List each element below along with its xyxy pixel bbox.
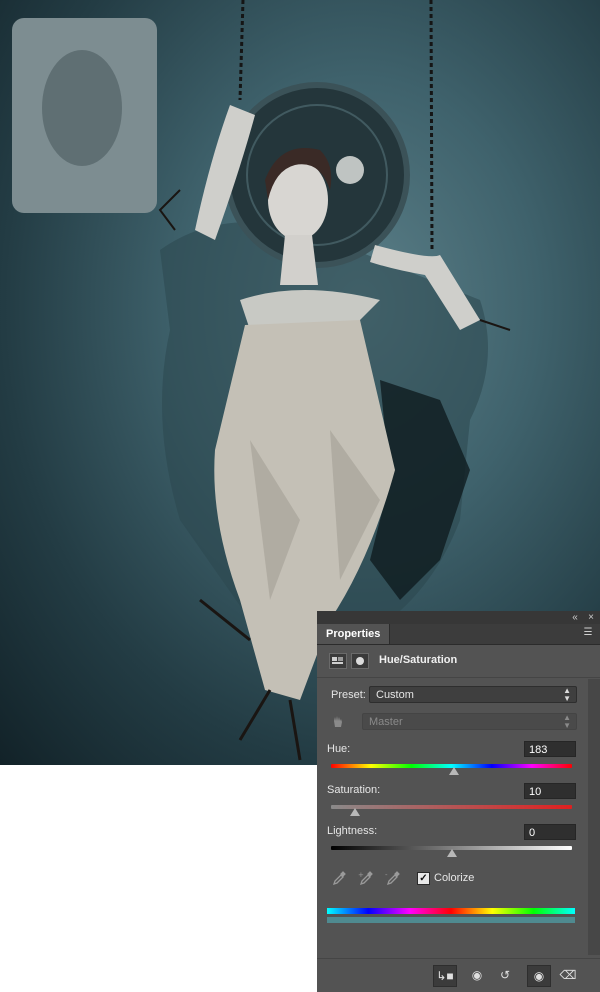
hue-label: Hue: <box>327 743 351 755</box>
trash-icon[interactable]: ⌫ <box>557 965 579 985</box>
clip-to-layer-icon[interactable]: ↳■ <box>433 965 457 987</box>
updown-arrows-icon: ▲ ▼ <box>563 686 571 703</box>
close-icon[interactable]: × <box>585 611 597 624</box>
hue-value-input[interactable]: 183 <box>524 741 576 757</box>
panel-tabbar: Properties ☰ <box>317 624 600 645</box>
eye-icon[interactable]: ◉ <box>527 965 551 987</box>
saturation-slider-track[interactable] <box>331 805 572 809</box>
crest-shield <box>42 50 122 166</box>
adjustment-layer-icon[interactable] <box>329 653 347 669</box>
saturation-slider-thumb[interactable] <box>350 808 361 816</box>
hair-flowers <box>336 156 364 184</box>
svg-text:-: - <box>385 871 388 879</box>
panel-menu-icon[interactable]: ☰ <box>581 627 595 639</box>
chain-right <box>429 0 434 251</box>
saturation-label: Saturation: <box>327 784 381 796</box>
lightness-slider-thumb[interactable] <box>446 849 457 857</box>
chain-left <box>238 0 245 101</box>
adjustment-header: Hue/Saturation <box>317 645 600 678</box>
spectrum-bar-input <box>327 908 575 914</box>
adjustment-title: Hue/Saturation <box>379 654 458 666</box>
hue-slider-thumb[interactable] <box>448 767 459 775</box>
updown-arrows-icon: ▲ ▼ <box>563 713 571 730</box>
neck <box>280 235 318 285</box>
view-previous-state-icon[interactable]: ◉ <box>466 965 488 985</box>
targeted-adjustment-hand-icon[interactable] <box>331 714 345 728</box>
lightness-value-input[interactable]: 0 <box>524 824 576 840</box>
channel-value: Master <box>369 716 403 728</box>
preset-value: Custom <box>376 689 414 701</box>
lightness-label: Lightness: <box>327 825 378 837</box>
tab-properties[interactable]: Properties <box>317 624 391 644</box>
reset-icon[interactable]: ↺ <box>494 965 516 985</box>
eyedropper-icon[interactable] <box>331 870 347 886</box>
svg-text:+: + <box>358 871 364 879</box>
spectrum-bar-output <box>327 917 575 923</box>
properties-panel: « × Properties ☰ Hue/Saturation Preset: … <box>317 611 600 992</box>
panel-footer: ↳■ ◉ ↺ ◉ ⌫ <box>317 958 600 992</box>
panel-scrollbar[interactable] <box>588 679 600 955</box>
preset-label: Preset: <box>331 689 366 701</box>
saturation-value-input[interactable]: 10 <box>524 783 576 799</box>
preset-dropdown[interactable]: Custom ▲ ▼ <box>369 686 577 703</box>
colorize-checkbox[interactable]: ✓ <box>417 872 430 885</box>
channel-dropdown[interactable]: Master ▲ ▼ <box>362 713 577 730</box>
eyedropper-add-icon[interactable]: + <box>358 870 374 886</box>
layer-mask-icon[interactable] <box>351 653 369 669</box>
double-chevron-icon[interactable]: « <box>569 611 581 624</box>
colorize-label: Colorize <box>434 872 475 884</box>
panel-titlebar[interactable]: « × <box>317 611 600 624</box>
eyedropper-subtract-icon[interactable]: - <box>385 870 401 886</box>
